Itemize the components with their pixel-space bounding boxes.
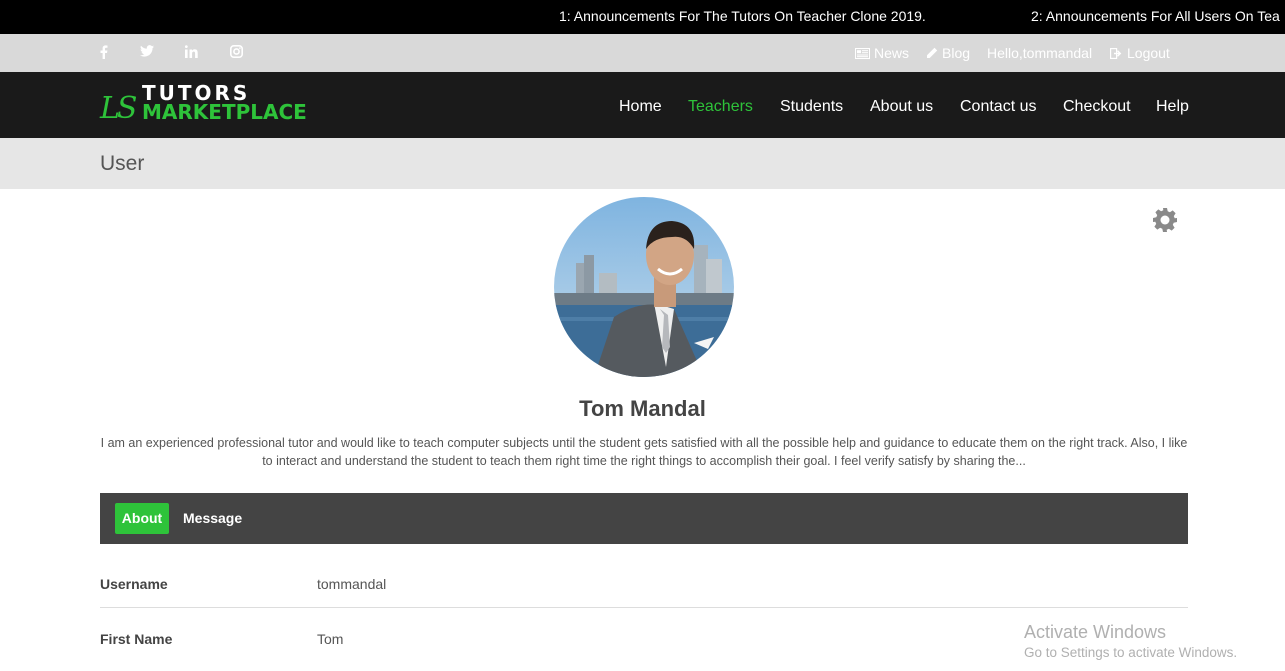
- profile-bio: I am an experienced professional tutor a…: [100, 436, 1188, 468]
- profile-tabs: About Message: [100, 493, 1188, 544]
- avatar: [554, 197, 734, 377]
- detail-row-username: Username tommandal: [100, 576, 1188, 616]
- logout-icon: [1110, 47, 1122, 59]
- main-navbar: LS TUTORS MARKETPLACE Home Teachers Stud…: [0, 72, 1285, 138]
- blog-link[interactable]: Blog: [926, 45, 970, 61]
- brand-logo[interactable]: LS TUTORS MARKETPLACE: [100, 81, 307, 131]
- watermark-title: Activate Windows: [1024, 622, 1167, 642]
- announcement-item[interactable]: 1: Announcements For The Tutors On Teach…: [559, 8, 926, 24]
- detail-value: Tom: [317, 631, 344, 647]
- settings-gear-icon[interactable]: [1152, 207, 1178, 233]
- news-label: News: [874, 45, 910, 61]
- logout-label: Logout: [1127, 45, 1170, 61]
- nav-about-us[interactable]: About us: [870, 98, 933, 116]
- page-banner: User: [0, 138, 1285, 189]
- top-bar: News Blog Hello,tommandal Logout: [0, 34, 1285, 72]
- nav-students[interactable]: Students: [780, 98, 843, 116]
- logo-text-line2: MARKETPLACE: [142, 100, 307, 124]
- nav-help[interactable]: Help: [1156, 98, 1189, 116]
- nav-checkout[interactable]: Checkout: [1063, 98, 1131, 116]
- logout-link[interactable]: Logout: [1110, 45, 1170, 61]
- user-greeting[interactable]: Hello,tommandal: [987, 45, 1092, 61]
- tab-about[interactable]: About: [115, 503, 169, 534]
- linkedin-icon[interactable]: [185, 45, 198, 58]
- detail-label: Username: [100, 576, 168, 592]
- nav-home[interactable]: Home: [619, 98, 662, 116]
- profile-name: Tom Mandal: [579, 396, 706, 421]
- facebook-icon[interactable]: [100, 45, 108, 59]
- tab-message[interactable]: Message: [183, 510, 242, 526]
- newspaper-icon: [855, 47, 870, 59]
- detail-label: First Name: [100, 631, 173, 647]
- news-link[interactable]: News: [855, 45, 909, 61]
- nav-contact-us[interactable]: Contact us: [960, 98, 1036, 116]
- page-title: User: [100, 152, 145, 175]
- windows-activation-watermark: Activate Windows Go to Settings to activ…: [1024, 622, 1237, 660]
- logo-mark: LS: [100, 91, 138, 126]
- nav-teachers[interactable]: Teachers: [688, 98, 753, 116]
- announcement-ticker: 1: Announcements For The Tutors On Teach…: [0, 0, 1285, 34]
- divider: [100, 607, 1188, 608]
- pencil-icon: [927, 47, 938, 58]
- instagram-icon[interactable]: [230, 45, 243, 58]
- blog-label: Blog: [942, 45, 971, 61]
- announcement-item[interactable]: 2: Announcements For All Users On Tea: [1031, 8, 1280, 24]
- twitter-icon[interactable]: [140, 45, 154, 57]
- watermark-subtitle: Go to Settings to activate Windows.: [1024, 645, 1238, 660]
- detail-value: tommandal: [317, 576, 387, 592]
